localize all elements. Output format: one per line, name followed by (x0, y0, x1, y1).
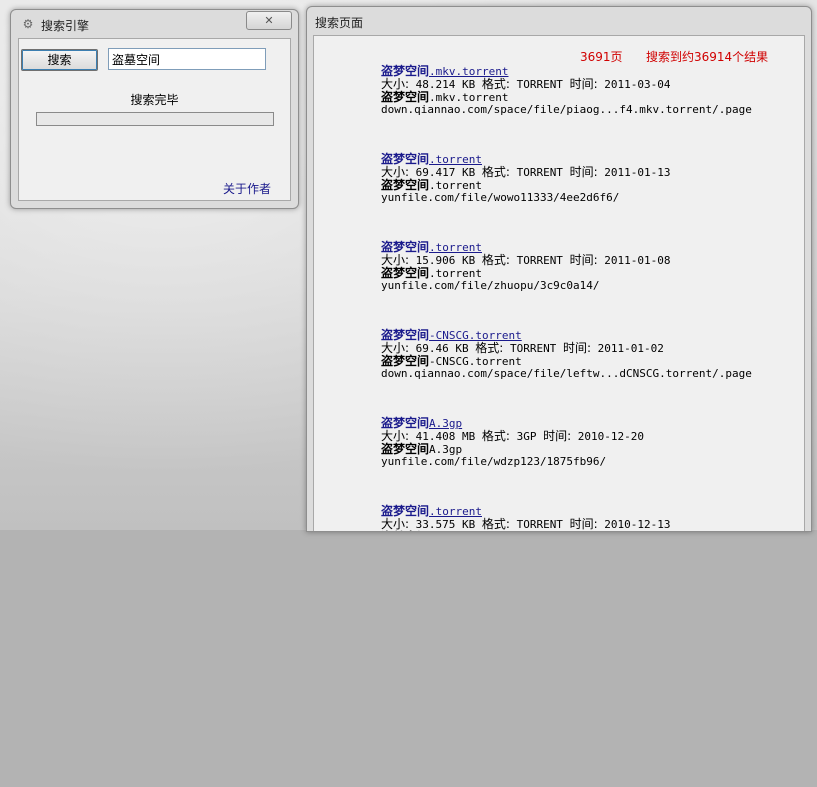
result-title-suffix: .torrent (429, 153, 482, 166)
search-results-window: 搜索页面 3691页 搜索到约36914个结果 盗梦空间.mkv.torrent… (306, 6, 812, 532)
result-url[interactable]: down.qiannao.com/space/file/leftw...dCNS… (381, 368, 801, 380)
window-title: 搜索引擎 (41, 19, 90, 33)
result-meta: 大小: 69.46 KB 格式: TORRENT 时间: 2011-01-02 (381, 342, 801, 355)
result-keyword: 盗梦空间 (381, 416, 430, 430)
result-filename: 盗梦空间.torrent (381, 531, 801, 532)
result-name-suffix: .torrent (429, 531, 482, 532)
time-label: 时间: (562, 341, 591, 355)
size-label: 大小: (381, 77, 410, 91)
result-time: 2011-01-13 (597, 166, 671, 179)
time-label: 时间: (569, 517, 598, 531)
result-time: 2011-01-02 (590, 342, 664, 355)
result-keyword: 盗梦空间 (381, 504, 430, 518)
result-meta: 大小: 69.417 KB 格式: TORRENT 时间: 2011-01-13 (381, 166, 801, 179)
search-engine-window: ⚙ 搜索引擎 ✕ 搜索 搜索完毕 关于作者 (10, 9, 299, 209)
results-list: 盗梦空间.mkv.torrent 大小: 48.214 KB 格式: TORREN… (381, 65, 801, 532)
result-title-suffix: A.3gp (429, 417, 463, 430)
result-item: 盗梦空间A.3gp 大小: 41.408 MB 格式: 3GP 时间: 2010-… (381, 417, 801, 505)
results-panel: 3691页 搜索到约36914个结果 盗梦空间.mkv.torrent 大小: 4… (313, 35, 805, 532)
result-count: 搜索到约36914个结果 (646, 50, 769, 64)
size-label: 大小: (381, 165, 410, 179)
result-item: 盗梦空间.torrent 大小: 33.575 KB 格式: TORRENT 时间… (381, 504, 801, 532)
result-meta: 大小: 41.408 MB 格式: 3GP 时间: 2010-12-20 (381, 430, 801, 443)
result-keyword: 盗梦空间 (381, 64, 430, 78)
result-url[interactable]: yunfile.com/file/zhuopu/3c9c0a14/ (381, 280, 801, 292)
titlebar[interactable]: ⚙ 搜索引擎 ✕ (11, 10, 298, 37)
result-format: TORRENT (509, 518, 570, 531)
result-meta: 大小: 15.906 KB 格式: TORRENT 时间: 2011-01-08 (381, 254, 801, 267)
result-item: 盗梦空间.torrent 大小: 69.417 KB 格式: TORRENT 时间… (381, 153, 801, 241)
progress-bar (36, 112, 274, 126)
time-label: 时间: (569, 253, 598, 267)
result-title-suffix: .torrent (429, 505, 482, 518)
format-label: 格式: (481, 77, 510, 91)
format-label: 格式: (481, 165, 510, 179)
search-input[interactable] (108, 48, 266, 70)
format-label: 格式: (481, 253, 510, 267)
time-label: 时间: (569, 165, 598, 179)
app-icon: ⚙ (22, 17, 34, 31)
result-url[interactable]: yunfile.com/file/wdzp123/1875fb96/ (381, 456, 801, 468)
result-format: TORRENT (503, 342, 563, 355)
result-title-link[interactable]: 盗梦空间A.3gp (381, 417, 801, 430)
result-time: 2011-03-04 (597, 78, 671, 91)
size-label: 大小: (381, 341, 410, 355)
size-label: 大小: (381, 253, 410, 267)
result-keyword: 盗梦空间 (381, 328, 430, 342)
time-label: 时间: (543, 429, 572, 443)
result-url[interactable]: yunfile.com/file/wowo11333/4ee2d6f6/ (381, 192, 801, 204)
result-keyword: 盗梦空间 (381, 90, 430, 104)
result-format: TORRENT (509, 254, 570, 267)
result-title-link[interactable]: 盗梦空间-CNSCG.torrent (381, 329, 801, 342)
result-keyword: 盗梦空间 (381, 266, 430, 280)
result-keyword: 盗梦空间 (381, 178, 430, 192)
result-keyword: 盗梦空间 (381, 240, 430, 254)
result-format: 3GP (509, 430, 544, 443)
result-keyword: 盗梦空间 (381, 530, 429, 531)
result-keyword: 盗梦空间 (381, 442, 430, 456)
about-author-link[interactable]: 关于作者 (223, 180, 271, 197)
result-time: 2010-12-13 (597, 518, 671, 531)
result-time: 2010-12-20 (571, 430, 644, 443)
status-text: 搜索完毕 (130, 93, 179, 107)
empty-area (0, 530, 817, 787)
result-meta: 大小: 48.214 KB 格式: TORRENT 时间: 2011-03-04 (381, 78, 801, 91)
result-title-suffix: .torrent (429, 241, 482, 254)
page-count: 3691页 (580, 50, 623, 64)
result-item: 盗梦空间.mkv.torrent 大小: 48.214 KB 格式: TORREN… (381, 65, 801, 153)
result-url[interactable]: down.qiannao.com/space/file/piaog...f4.m… (381, 104, 801, 116)
result-meta: 大小: 33.575 KB 格式: TORRENT 时间: 2010-12-13 (381, 518, 801, 531)
window-title: 搜索页面 (315, 16, 364, 30)
result-time: 2011-01-08 (597, 254, 671, 267)
format-label: 格式: (475, 341, 504, 355)
result-item: 盗梦空间-CNSCG.torrent 大小: 69.46 KB 格式: TORRE… (381, 329, 801, 417)
size-label: 大小: (381, 517, 410, 531)
format-label: 格式: (481, 517, 510, 531)
result-format: TORRENT (509, 166, 570, 179)
result-keyword: 盗梦空间 (381, 152, 430, 166)
close-button[interactable]: ✕ (246, 11, 292, 30)
time-label: 时间: (569, 77, 598, 91)
result-format: TORRENT (509, 78, 570, 91)
search-button[interactable]: 搜索 (21, 49, 98, 71)
size-label: 大小: (381, 429, 410, 443)
format-label: 格式: (481, 429, 510, 443)
result-item: 盗梦空间.torrent 大小: 15.906 KB 格式: TORRENT 时间… (381, 241, 801, 329)
search-panel: 搜索 搜索完毕 关于作者 (18, 38, 291, 201)
result-keyword: 盗梦空间 (381, 354, 430, 368)
